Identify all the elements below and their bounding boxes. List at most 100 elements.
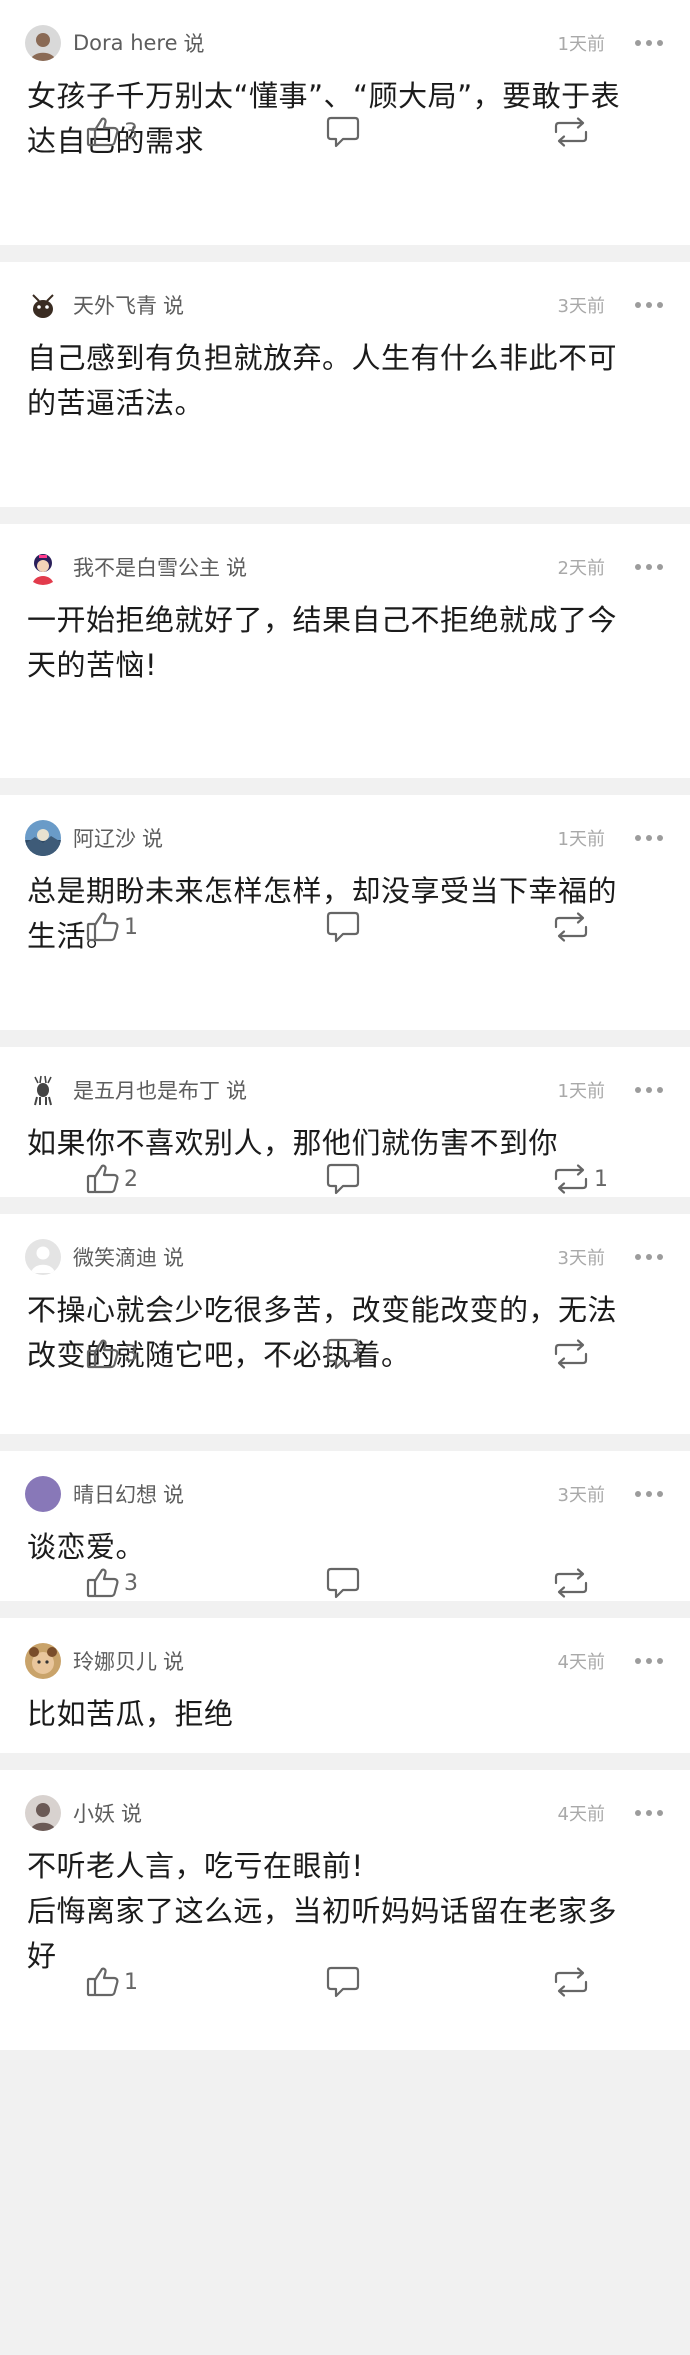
says-label: 说 bbox=[163, 294, 184, 318]
username[interactable]: 天外飞青 bbox=[73, 290, 157, 320]
says-label: 说 bbox=[121, 1802, 142, 1826]
username[interactable]: Dora here bbox=[73, 31, 178, 55]
comment-header: 天外飞青 说 3天前 bbox=[25, 286, 665, 324]
comment-card: Dora here 说 1天前 女孩子千万别太“懂事”、“顾大局”，要敢于表 达… bbox=[0, 0, 690, 245]
like-button[interactable]: 3 bbox=[86, 1561, 138, 1601]
comment-feed: Dora here 说 1天前 女孩子千万别太“懂事”、“顾大局”，要敢于表 达… bbox=[0, 0, 690, 2050]
avatar[interactable] bbox=[25, 287, 61, 323]
avatar[interactable] bbox=[25, 1795, 61, 1831]
like-button[interactable] bbox=[86, 1749, 120, 1753]
more-icon[interactable] bbox=[633, 1646, 665, 1676]
reply-button[interactable] bbox=[325, 1561, 361, 1601]
thumbs-up-icon bbox=[86, 1338, 120, 1370]
reply-button[interactable] bbox=[325, 1960, 361, 2004]
like-button[interactable]: 1 bbox=[86, 905, 138, 949]
action-bar: 3 bbox=[0, 1561, 690, 1601]
like-count: 1 bbox=[124, 914, 138, 940]
reply-button[interactable] bbox=[325, 110, 361, 154]
share-count: 1 bbox=[594, 1166, 608, 1192]
timestamp: 3天前 bbox=[557, 1485, 605, 1506]
username[interactable]: 是五月也是布丁 bbox=[73, 1075, 220, 1105]
timestamp: 1天前 bbox=[557, 34, 605, 55]
repost-button[interactable] bbox=[552, 110, 590, 154]
reply-button[interactable] bbox=[325, 1332, 361, 1376]
more-icon[interactable] bbox=[633, 1242, 665, 1272]
comment-card: 我不是白雪公主 说 2天前 一开始拒绝就好了，结果自己不拒绝就成了今 天的苦恼! bbox=[0, 524, 690, 778]
like-button[interactable]: 3 bbox=[86, 1332, 138, 1376]
says-label: 说 bbox=[183, 32, 205, 56]
comment-bubble-icon bbox=[325, 115, 361, 149]
username[interactable]: 小妖 bbox=[73, 1798, 115, 1828]
says-label: 说 bbox=[226, 556, 247, 580]
like-count: 1 bbox=[124, 1969, 138, 1995]
avatar[interactable] bbox=[25, 25, 61, 61]
avatar[interactable] bbox=[25, 549, 61, 585]
comment-header: 小妖 说 4天前 bbox=[25, 1794, 665, 1832]
comment-text: 不听老人言，吃亏在眼前! 后悔离家了这么远，当初听妈妈话留在老家多 好 bbox=[27, 1849, 618, 1973]
card-divider bbox=[0, 778, 690, 795]
card-divider bbox=[0, 507, 690, 524]
card-divider bbox=[0, 1197, 690, 1214]
comment-bubble-icon bbox=[325, 1965, 361, 1999]
repost-icon bbox=[552, 911, 590, 943]
says-label: 说 bbox=[163, 1246, 184, 1270]
comment-card: 是五月也是布丁 说 1天前 如果你不喜欢别人，那他们就伤害不到你 2 1 bbox=[0, 1047, 690, 1197]
more-icon[interactable] bbox=[633, 1798, 665, 1828]
username[interactable]: 玲娜贝儿 bbox=[73, 1646, 157, 1676]
action-bar bbox=[0, 1749, 690, 1753]
reply-button[interactable] bbox=[325, 905, 361, 949]
comment-header: Dora here 说 1天前 bbox=[25, 24, 665, 62]
comment-text: 一开始拒绝就好了，结果自己不拒绝就成了今 天的苦恼! bbox=[27, 603, 618, 682]
repost-button[interactable] bbox=[552, 905, 590, 949]
comment-bubble-icon bbox=[325, 1566, 361, 1600]
repost-icon bbox=[552, 116, 590, 148]
action-bar: 3 bbox=[0, 1332, 690, 1376]
more-icon[interactable] bbox=[633, 823, 665, 853]
avatar[interactable] bbox=[25, 1072, 61, 1108]
comment-header: 是五月也是布丁 说 1天前 bbox=[25, 1071, 665, 1109]
repost-button[interactable] bbox=[552, 1960, 590, 2004]
repost-button[interactable] bbox=[552, 1561, 590, 1601]
comment-header: 晴日幻想 说 3天前 bbox=[25, 1475, 665, 1513]
card-divider bbox=[0, 1601, 690, 1618]
avatar[interactable] bbox=[25, 1476, 61, 1512]
thumbs-up-icon bbox=[86, 911, 120, 943]
comment-bubble-icon bbox=[325, 910, 361, 944]
reply-button[interactable] bbox=[325, 1157, 361, 1197]
avatar[interactable] bbox=[25, 1239, 61, 1275]
timestamp: 4天前 bbox=[557, 1652, 605, 1673]
thumbs-up-icon bbox=[86, 116, 120, 148]
action-bar: 1 bbox=[0, 1960, 690, 2004]
timestamp: 4天前 bbox=[557, 1804, 605, 1825]
avatar[interactable] bbox=[25, 820, 61, 856]
like-button[interactable]: 3 bbox=[86, 110, 138, 154]
comment-text: 比如苦瓜，拒绝 bbox=[27, 1697, 234, 1731]
username[interactable]: 阿辽沙 bbox=[73, 823, 136, 853]
more-icon[interactable] bbox=[633, 290, 665, 320]
avatar[interactable] bbox=[25, 1643, 61, 1679]
more-icon[interactable] bbox=[633, 1075, 665, 1105]
timestamp: 1天前 bbox=[557, 829, 605, 850]
like-button[interactable]: 1 bbox=[86, 1960, 138, 2004]
like-button[interactable]: 2 bbox=[86, 1157, 138, 1197]
like-count: 3 bbox=[124, 1341, 138, 1367]
more-icon[interactable] bbox=[633, 552, 665, 582]
timestamp: 1天前 bbox=[557, 1081, 605, 1102]
comment-card: 小妖 说 4天前 不听老人言，吃亏在眼前! 后悔离家了这么远，当初听妈妈话留在老… bbox=[0, 1770, 690, 2050]
comment-bubble-icon bbox=[325, 1337, 361, 1371]
repost-button[interactable] bbox=[552, 1749, 590, 1753]
more-icon[interactable] bbox=[633, 28, 665, 58]
like-count: 2 bbox=[124, 1166, 138, 1192]
username[interactable]: 晴日幻想 bbox=[73, 1479, 157, 1509]
says-label: 说 bbox=[163, 1650, 184, 1674]
repost-button[interactable]: 1 bbox=[552, 1157, 608, 1197]
comment-text: 自己感到有负担就放弃。人生有什么非此不可 的苦逼活法。 bbox=[27, 341, 618, 420]
repost-button[interactable] bbox=[552, 1332, 590, 1376]
comment-card: 阿辽沙 说 1天前 总是期盼未来怎样怎样，却没享受当下幸福的 生活。 1 bbox=[0, 795, 690, 1030]
comment-card: 天外飞青 说 3天前 自己感到有负担就放弃。人生有什么非此不可 的苦逼活法。 3 bbox=[0, 262, 690, 507]
username[interactable]: 微笑滴迪 bbox=[73, 1242, 157, 1272]
username[interactable]: 我不是白雪公主 bbox=[73, 552, 220, 582]
more-icon[interactable] bbox=[633, 1479, 665, 1509]
reply-button[interactable] bbox=[325, 1749, 361, 1753]
comment-card: 晴日幻想 说 3天前 谈恋爱。 3 bbox=[0, 1451, 690, 1601]
